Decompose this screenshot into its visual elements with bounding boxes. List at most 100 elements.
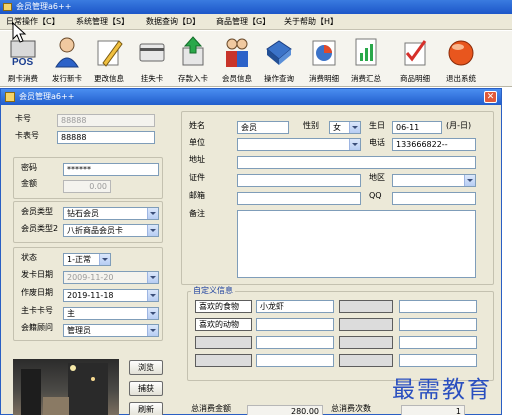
menu-help[interactable]: 关于帮助【H】 bbox=[280, 14, 342, 30]
card-table-label: 卡表号 bbox=[15, 131, 39, 140]
toolbar-members-button[interactable]: 会员信息 bbox=[214, 33, 260, 85]
refresh-button[interactable]: 刷新 bbox=[129, 402, 163, 415]
region-select[interactable] bbox=[392, 174, 476, 187]
note-textarea[interactable] bbox=[237, 210, 476, 278]
status-label: 状态 bbox=[21, 253, 37, 262]
status-select[interactable]: 1-正常 bbox=[63, 253, 111, 266]
consultant-label: 会籍顾问 bbox=[21, 323, 53, 332]
name-field[interactable]: 会员 bbox=[237, 121, 289, 134]
custom-value-empty[interactable] bbox=[399, 318, 477, 331]
custom-value-food[interactable]: 小龙虾 bbox=[256, 300, 334, 313]
custom-value-empty[interactable] bbox=[256, 336, 334, 349]
member-type-select[interactable]: 钻石会员 bbox=[63, 207, 159, 220]
chevron-down-icon bbox=[464, 175, 475, 186]
password-field[interactable]: ****** bbox=[63, 163, 159, 176]
toolbar-deposit-button[interactable]: 存款入卡 bbox=[170, 33, 216, 85]
dialog-icon bbox=[5, 92, 15, 102]
chevron-down-icon bbox=[349, 139, 360, 150]
total-amount-field: 280.00 bbox=[247, 405, 323, 415]
issue-date-label: 发卡日期 bbox=[21, 270, 53, 279]
report-icon bbox=[355, 38, 377, 66]
id-label: 证件 bbox=[189, 173, 205, 182]
book-icon bbox=[266, 40, 292, 65]
card-lost-icon bbox=[139, 43, 165, 62]
deposit-icon bbox=[182, 36, 204, 66]
dialog-close-button[interactable]: ✕ bbox=[484, 91, 497, 103]
phone-label: 电话 bbox=[369, 138, 385, 147]
custom-key-empty bbox=[339, 354, 393, 367]
gender-select[interactable]: 女 bbox=[329, 121, 361, 134]
menu-goods[interactable]: 商品管理【G】 bbox=[212, 14, 274, 30]
phone-field[interactable]: 133666822-- bbox=[392, 138, 476, 151]
chevron-down-icon bbox=[147, 290, 158, 301]
card-table-field[interactable]: 88888 bbox=[57, 131, 155, 144]
toolbar-consume-detail-button[interactable]: 消费明细 bbox=[301, 33, 347, 85]
unit-select[interactable] bbox=[237, 138, 361, 151]
address-label: 地址 bbox=[189, 155, 205, 164]
birthday-label: 生日 bbox=[369, 121, 385, 130]
consultant-select[interactable]: 管理员 bbox=[63, 324, 159, 337]
checklist-icon bbox=[404, 40, 427, 66]
custom-key-empty bbox=[339, 300, 393, 313]
member-type-label: 会员类型 bbox=[21, 207, 53, 216]
toolbar-edit-info-button[interactable]: 更改信息 bbox=[86, 33, 132, 85]
custom-key-empty bbox=[339, 318, 393, 331]
id-field[interactable] bbox=[237, 174, 361, 187]
card-no-field[interactable]: 88888 bbox=[57, 114, 155, 127]
main-card-select[interactable]: 主 bbox=[63, 307, 159, 320]
svg-text:POS: POS bbox=[12, 57, 33, 68]
toolbar-op-query-button[interactable]: 操作查询 bbox=[256, 33, 302, 85]
email-field[interactable] bbox=[237, 192, 361, 205]
custom-value-animal[interactable] bbox=[256, 318, 334, 331]
watermark: 最需教育 bbox=[392, 377, 492, 403]
chevron-down-icon bbox=[349, 122, 360, 133]
custom-key-empty bbox=[195, 354, 252, 367]
exit-icon bbox=[448, 40, 474, 66]
menu-system[interactable]: 系统管理【S】 bbox=[72, 14, 133, 30]
amount-field[interactable]: 0.00 bbox=[63, 180, 111, 193]
qq-label: QQ bbox=[369, 191, 382, 200]
toolbar-exit-button[interactable]: 退出系统 bbox=[438, 33, 484, 85]
amount-label: 金额 bbox=[21, 179, 37, 188]
menu-bar: 日常操作【C】 系统管理【S】 数据查询【D】 商品管理【G】 关于帮助【H】 bbox=[0, 14, 512, 30]
issue-date-picker[interactable]: 2009-11-20 bbox=[63, 271, 159, 284]
toolbar: POS 刷卡消费 发行新卡 更改信息 挂失卡 存款入卡 会员信息 操作查询 消费… bbox=[0, 31, 512, 87]
member-type2-select[interactable]: 八折商品会员卡 bbox=[63, 224, 159, 237]
chevron-down-icon bbox=[147, 225, 158, 236]
members-icon bbox=[226, 38, 248, 67]
unit-label: 单位 bbox=[189, 138, 205, 147]
menu-query[interactable]: 数据查询【D】 bbox=[142, 14, 204, 30]
capture-button[interactable]: 捕获 bbox=[129, 381, 163, 396]
birthday-hint: (月-日) bbox=[446, 121, 472, 130]
email-label: 邮箱 bbox=[189, 191, 205, 200]
custom-value-empty[interactable] bbox=[399, 300, 477, 313]
toolbar-consume-summary-button[interactable]: 消费汇总 bbox=[343, 33, 389, 85]
op-date-label: 作废日期 bbox=[21, 288, 53, 297]
browse-button[interactable]: 浏览 bbox=[129, 360, 163, 375]
custom-info-label: 自定义信息 bbox=[191, 285, 235, 297]
toolbar-lost-card-button[interactable]: 挂失卡 bbox=[129, 33, 175, 85]
custom-value-empty[interactable] bbox=[399, 354, 477, 367]
op-date-picker[interactable]: 2019-11-18 bbox=[63, 289, 159, 302]
edit-icon bbox=[97, 40, 123, 67]
toolbar-new-card-button[interactable]: 发行新卡 bbox=[44, 33, 90, 85]
total-count-field: 1 bbox=[401, 405, 465, 415]
app-titlebar: 会员管理a6++ bbox=[0, 0, 512, 14]
chevron-down-icon bbox=[99, 254, 110, 265]
custom-key-empty bbox=[195, 336, 252, 349]
address-field[interactable] bbox=[237, 156, 476, 169]
toolbar-goods-detail-button[interactable]: 商品明细 bbox=[392, 33, 438, 85]
birthday-field[interactable]: 06-11 bbox=[392, 121, 442, 134]
custom-value-empty[interactable] bbox=[399, 336, 477, 349]
card-no-label: 卡号 bbox=[15, 114, 31, 123]
member-photo bbox=[13, 359, 119, 415]
chevron-down-icon bbox=[147, 325, 158, 336]
mouse-cursor-icon bbox=[12, 22, 27, 43]
member-type2-label: 会员类型2 bbox=[21, 224, 59, 233]
qq-field[interactable] bbox=[392, 192, 476, 205]
pie-chart-icon bbox=[312, 40, 336, 66]
dialog-titlebar: 会员管理a6++ ✕ bbox=[1, 89, 501, 105]
custom-key-empty bbox=[339, 336, 393, 349]
note-label: 备注 bbox=[189, 209, 205, 218]
custom-value-empty[interactable] bbox=[256, 354, 334, 367]
